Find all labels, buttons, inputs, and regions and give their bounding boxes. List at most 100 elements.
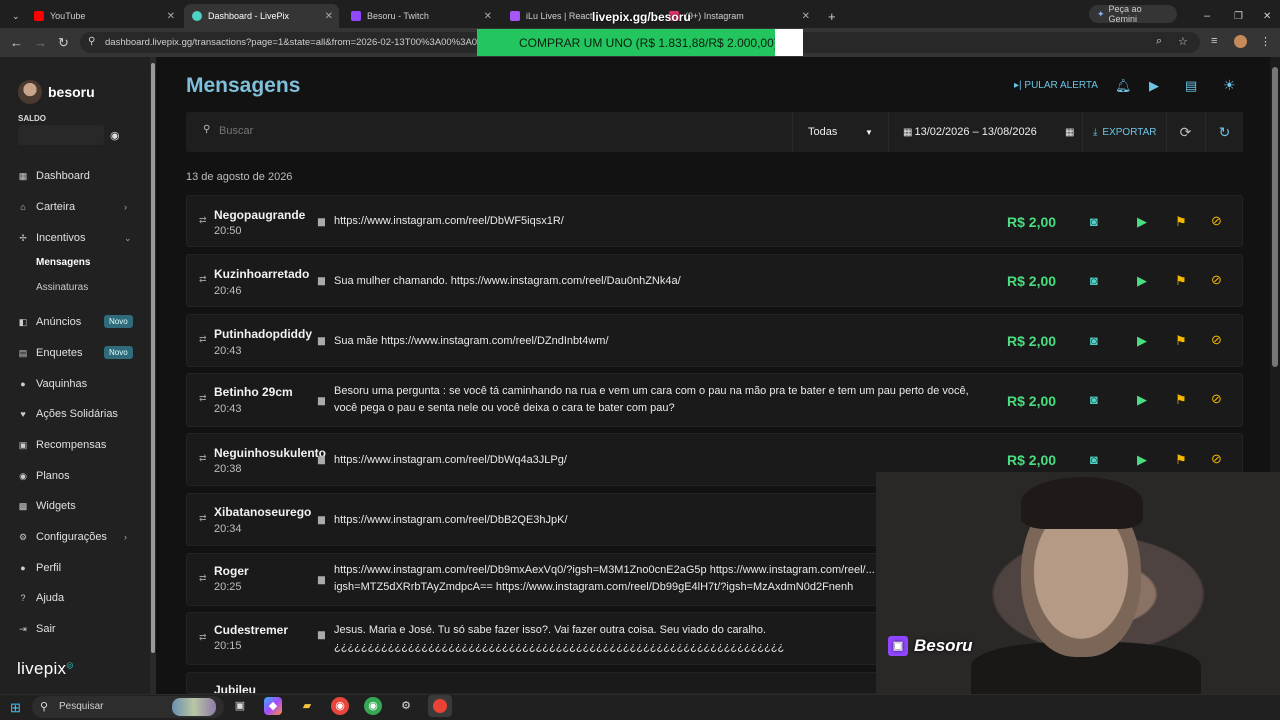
tab-livepix[interactable]: Dashboard - LivePix ✕ xyxy=(184,4,339,28)
bookmark-star-icon[interactable]: ☆ xyxy=(1178,35,1188,48)
message-row[interactable]: ⇄ Negopaugrande 20:50 ▆ https://www.inst… xyxy=(186,195,1243,247)
avatar[interactable] xyxy=(18,80,42,104)
message-icon: ▆ xyxy=(318,395,325,405)
block-icon[interactable]: ⊘ xyxy=(1211,213,1222,229)
play-icon[interactable]: ▶ xyxy=(1137,214,1147,230)
chevron-right-icon: › xyxy=(124,202,127,212)
sidebar-item-vaquinhas[interactable]: ● Vaquinhas xyxy=(18,378,87,390)
search-input[interactable] xyxy=(219,125,619,137)
search-icon: ⚲ xyxy=(203,124,211,135)
app-icon[interactable]: ⚙ xyxy=(397,697,415,715)
forward-icon[interactable]: → xyxy=(34,35,47,50)
sidebar-item-enquetes[interactable]: ▤ Enquetes Novo xyxy=(18,346,133,359)
refresh-button[interactable]: ↻ xyxy=(1205,112,1243,152)
block-icon[interactable]: ⊘ xyxy=(1211,391,1222,407)
youtube-icon[interactable]: ▶ xyxy=(1149,78,1159,94)
livepix-logo[interactable]: livepix◎ xyxy=(17,659,74,679)
overlay-title: livepix.gg/besoru xyxy=(592,10,691,24)
sidebar-item-widgets[interactable]: ▩ Widgets xyxy=(18,500,76,512)
alert-icon[interactable]: ◙ xyxy=(1090,214,1098,229)
alert-icon[interactable]: ◙ xyxy=(1090,392,1098,407)
ilu-icon xyxy=(510,11,520,21)
new-badge: Novo xyxy=(104,346,133,359)
taskbar-search[interactable]: Pesquisar xyxy=(32,696,224,718)
block-icon[interactable]: ⊘ xyxy=(1211,451,1222,467)
windows-start-icon[interactable]: ⊞ xyxy=(10,700,21,716)
menu-icon[interactable]: ⋮ xyxy=(1260,35,1271,48)
chrome-icon[interactable]: ◉ xyxy=(364,697,382,715)
alert-icon[interactable]: ◙ xyxy=(1090,333,1098,348)
sidebar-item-planos[interactable]: ◉ Planos xyxy=(18,470,70,482)
sync-button[interactable]: ⟳ xyxy=(1166,112,1204,152)
back-icon[interactable]: ← xyxy=(10,35,23,50)
chrome-active-icon[interactable] xyxy=(428,695,452,717)
alert-icon[interactable]: ◙ xyxy=(1090,273,1098,288)
sidebar-item-recompensas[interactable]: ▣ Recompensas xyxy=(18,439,107,451)
polls-icon: ▤ xyxy=(18,347,28,358)
site-info-icon[interactable]: ⚲ xyxy=(88,36,95,47)
reload-icon[interactable]: ↻ xyxy=(58,35,69,51)
block-icon[interactable]: ⊘ xyxy=(1211,272,1222,288)
flag-icon[interactable]: ⚑ xyxy=(1175,273,1187,289)
sidebar-item-carteira[interactable]: ⌂ Carteira › xyxy=(18,201,127,213)
sidebar-item-ajuda[interactable]: ? Ajuda xyxy=(18,592,64,604)
play-icon[interactable]: ▶ xyxy=(1137,273,1147,289)
tab-youtube[interactable]: YouTube ✕ xyxy=(26,4,181,28)
date-range-picker[interactable]: ▦ 13/02/2026 – 13/08/2026 ▦ xyxy=(888,112,1081,152)
gemini-button[interactable]: ✦ Peça ao Gemini xyxy=(1089,4,1177,24)
close-icon[interactable]: ✕ xyxy=(802,11,810,22)
sidebar-scrollbar[interactable] xyxy=(150,57,156,694)
export-button[interactable]: ⤓ EXPORTAR xyxy=(1082,112,1165,152)
sidebar-item-anuncios[interactable]: ◧ Anúncios Novo xyxy=(18,315,133,328)
task-view-icon[interactable]: ▣ xyxy=(231,697,249,715)
minimize-button[interactable]: – xyxy=(1196,4,1212,28)
file-explorer-icon[interactable]: ▰ xyxy=(298,697,316,715)
play-icon[interactable]: ▶ xyxy=(1137,333,1147,349)
profile-avatar-icon[interactable] xyxy=(1234,35,1247,48)
alert-icon[interactable]: ◙ xyxy=(1090,452,1098,467)
chrome-profile-icon[interactable]: ◉ xyxy=(331,697,349,715)
sidebar-item-sair[interactable]: ⇥ Sair xyxy=(18,623,55,635)
sidebar-item-incentivos[interactable]: ✢ Incentivos ⌄ xyxy=(18,232,131,244)
close-icon[interactable]: ✕ xyxy=(325,11,333,22)
dashboard-icon: ▦ xyxy=(18,170,28,181)
sidebar-item-perfil[interactable]: ● Perfil xyxy=(18,562,61,574)
new-tab-button[interactable]: + xyxy=(820,4,840,28)
flag-icon[interactable]: ⚑ xyxy=(1175,214,1187,230)
wallet-icon: ⌂ xyxy=(20,202,26,212)
message-row[interactable]: ⇄ Betinho 29cm 20:43 ▆ Besoru uma pergun… xyxy=(186,373,1243,427)
tab-list-button[interactable]: ⌄ xyxy=(4,4,24,28)
tab-twitch[interactable]: Besoru - Twitch ✕ xyxy=(343,4,498,28)
copilot-icon[interactable]: ◆ xyxy=(264,697,282,715)
twitch-icon xyxy=(351,11,361,21)
ads-icon: ◧ xyxy=(18,316,28,327)
status-select[interactable]: Todas ▼ xyxy=(792,112,887,152)
close-icon[interactable]: ✕ xyxy=(167,11,175,22)
message-icon: ▆ xyxy=(318,574,325,584)
message-row[interactable]: ⇄ Putinhadopdiddy 20:43 ▆ Sua mãe https:… xyxy=(186,314,1243,367)
eye-icon[interactable]: ◉ xyxy=(110,129,120,142)
theme-sun-icon[interactable]: ☀ xyxy=(1223,77,1236,94)
window-close-button[interactable]: ✕ xyxy=(1255,4,1271,28)
zoom-icon[interactable]: ⌕ xyxy=(1156,35,1162,48)
message-row[interactable]: ⇄ Kuzinhoarretado 20:46 ▆ Sua mulher cha… xyxy=(186,254,1243,307)
sidebar-subitem-mensagens[interactable]: Mensagens xyxy=(36,257,90,268)
maximize-button[interactable]: ❐ xyxy=(1226,4,1243,28)
layout-icon[interactable]: ▤ xyxy=(1185,78,1197,94)
flag-icon[interactable]: ⚑ xyxy=(1175,333,1187,349)
block-icon[interactable]: ⊘ xyxy=(1211,332,1222,348)
flag-icon[interactable]: ⚑ xyxy=(1175,392,1187,408)
close-icon[interactable]: ✕ xyxy=(484,11,492,22)
sidebar-item-dashboard[interactable]: ▦ Dashboard xyxy=(18,170,90,182)
skip-alert-button[interactable]: ▸| PULAR ALERTA xyxy=(1014,80,1098,91)
flag-icon[interactable]: ⚑ xyxy=(1175,452,1187,468)
twitch-icon: ▣ xyxy=(888,636,908,656)
reading-list-icon[interactable]: ≡ xyxy=(1211,35,1217,47)
sidebar-item-acoes-solidarias[interactable]: ♥ Ações Solidárias xyxy=(18,408,118,420)
play-icon[interactable]: ▶ xyxy=(1137,452,1147,468)
bell-icon[interactable]: 🔔︎ xyxy=(1115,78,1132,94)
message-icon: ▆ xyxy=(318,629,325,639)
play-icon[interactable]: ▶ xyxy=(1137,392,1147,408)
sidebar-item-configuracoes[interactable]: ⚙ Configurações › xyxy=(18,531,127,543)
sidebar-subitem-assinaturas[interactable]: Assinaturas xyxy=(36,282,88,293)
